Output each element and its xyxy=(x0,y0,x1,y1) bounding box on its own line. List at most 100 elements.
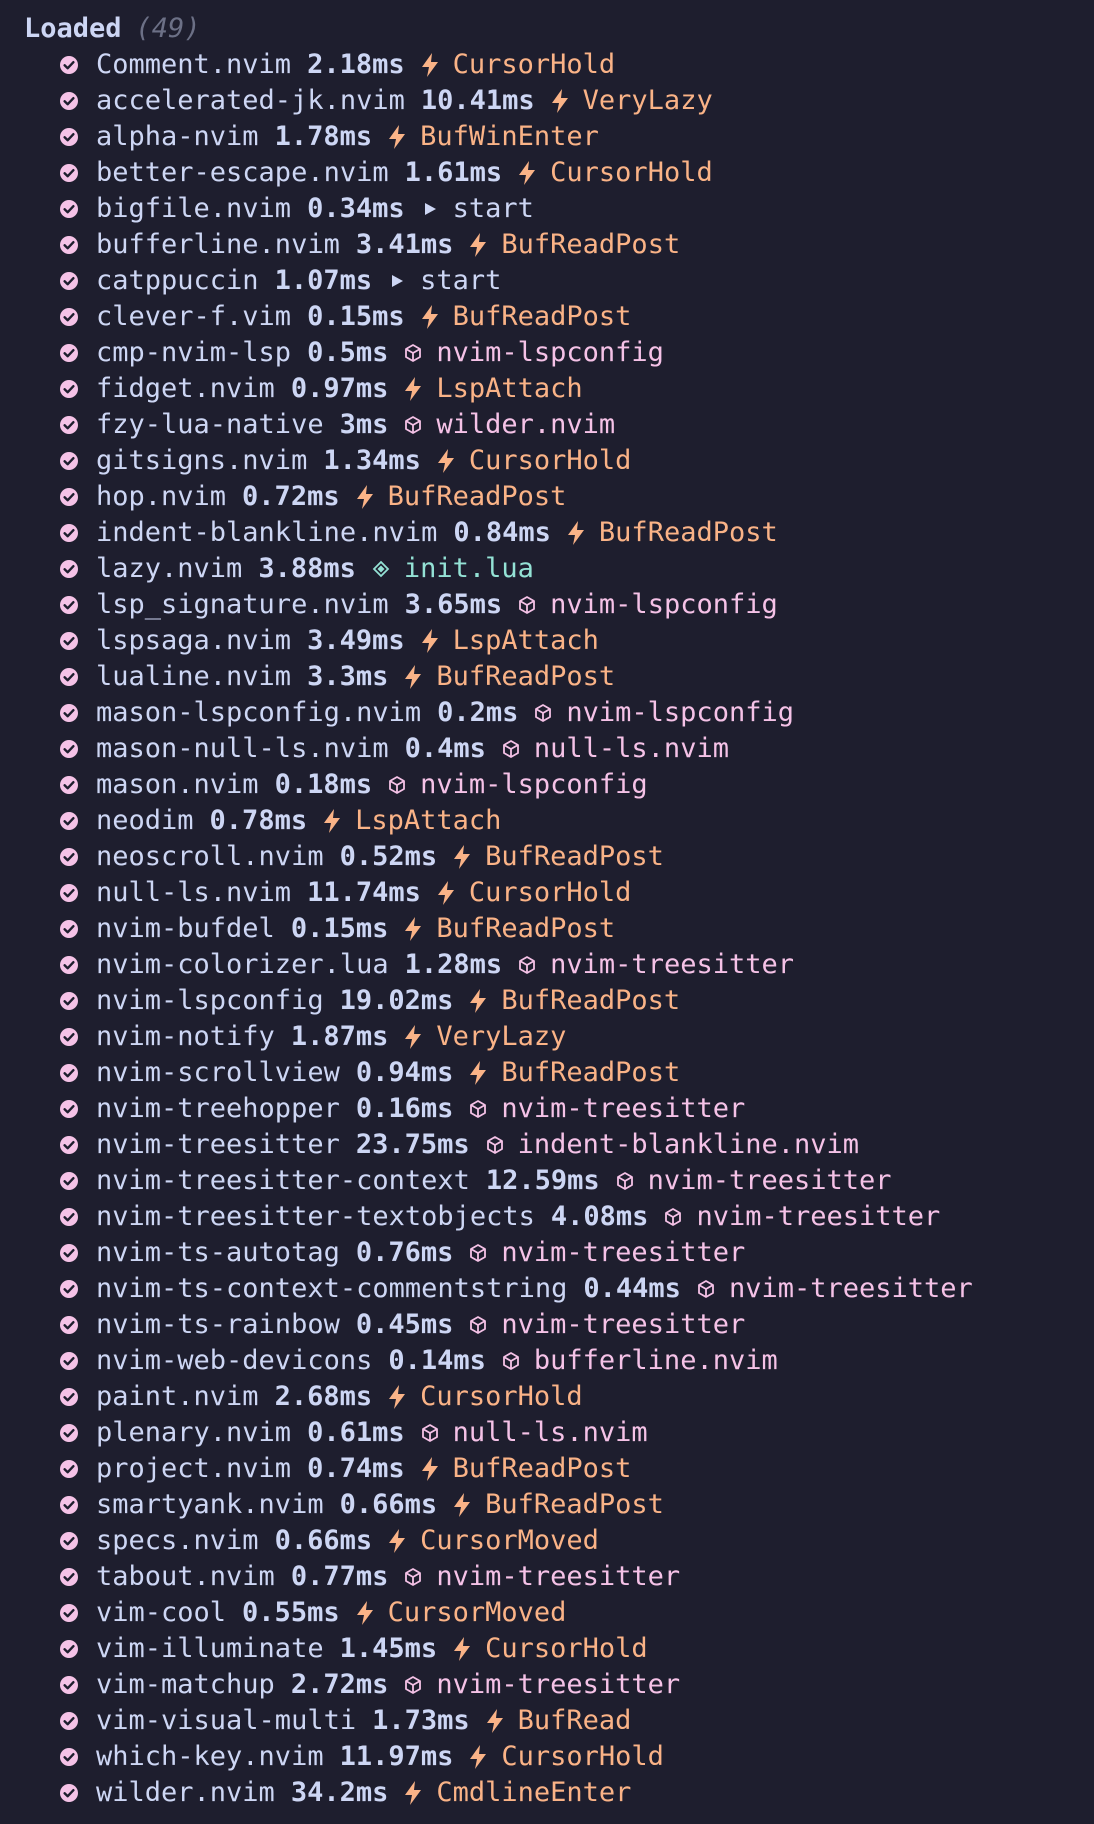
plugin-row[interactable]: cmp-nvim-lsp 0.5ms nvim-lspconfig xyxy=(0,335,1094,371)
check-circle-icon xyxy=(59,1027,79,1047)
plugin-row[interactable]: clever-f.vim 0.15ms BufReadPost xyxy=(0,299,1094,335)
lightning-bolt-icon xyxy=(402,916,424,942)
load-time: 3.3ms xyxy=(307,661,389,692)
plugin-row[interactable]: nvim-ts-autotag 0.76ms nvim-treesitter xyxy=(0,1235,1094,1271)
plugin-row[interactable]: lspsaga.nvim 3.49ms LspAttach xyxy=(0,623,1094,659)
plugin-row[interactable]: nvim-scrollview 0.94ms BufReadPost xyxy=(0,1055,1094,1091)
plugin-row[interactable]: bigfile.nvim 0.34ms start xyxy=(0,191,1094,227)
plugin-row[interactable]: better-escape.nvim 1.61ms CursorHold xyxy=(0,155,1094,191)
plugin-name: mason-null-ls.nvim xyxy=(96,733,389,764)
plugin-row[interactable]: mason.nvim 0.18ms nvim-lspconfig xyxy=(0,767,1094,803)
plugin-name: better-escape.nvim xyxy=(96,157,389,188)
plugin-count: (49) xyxy=(135,13,201,44)
trigger-label: indent-blankline.nvim xyxy=(517,1129,860,1160)
plugin-row[interactable]: nvim-treesitter-textobjects 4.08ms nvim-tr… xyxy=(0,1199,1094,1235)
plugin-name: fzy-lua-native xyxy=(96,409,324,440)
plugin-row[interactable]: indent-blankline.nvim 0.84ms BufReadPost xyxy=(0,515,1094,551)
plugin-name: alpha-nvim xyxy=(96,121,259,152)
plugin-row[interactable]: fidget.nvim 0.97ms LspAttach xyxy=(0,371,1094,407)
plugin-row[interactable]: alpha-nvim 1.78ms BufWinEnter xyxy=(0,119,1094,155)
plugin-row[interactable]: lualine.nvim 3.3ms BufReadPost xyxy=(0,659,1094,695)
check-circle-icon xyxy=(59,703,79,723)
plugin-row[interactable]: nvim-bufdel 0.15ms BufReadPost xyxy=(0,911,1094,947)
lightning-bolt-icon xyxy=(386,1384,408,1410)
plugin-row[interactable]: specs.nvim 0.66ms CursorMoved xyxy=(0,1523,1094,1559)
plugin-row[interactable]: mason-null-ls.nvim 0.4ms null-ls.nvim xyxy=(0,731,1094,767)
plugin-row[interactable]: lsp_signature.nvim 3.65ms nvim-lspconfig xyxy=(0,587,1094,623)
plugin-name: plenary.nvim xyxy=(96,1417,292,1448)
lightning-bolt-icon xyxy=(516,160,538,186)
check-circle-icon xyxy=(59,667,79,687)
plugin-row[interactable]: nvim-notify 1.87ms VeryLazy xyxy=(0,1019,1094,1055)
plugin-name: wilder.nvim xyxy=(96,1777,275,1808)
plugin-name: cmp-nvim-lsp xyxy=(96,337,292,368)
plugin-name: fidget.nvim xyxy=(96,373,275,404)
trigger-label: VeryLazy xyxy=(436,1021,567,1052)
load-time: 19.02ms xyxy=(339,985,454,1016)
plugin-row[interactable]: vim-cool 0.55ms CursorMoved xyxy=(0,1595,1094,1631)
plugin-row[interactable]: nvim-treesitter 23.75ms indent-blankline.n… xyxy=(0,1127,1094,1163)
load-time: 0.78ms xyxy=(209,805,308,836)
trigger-label: CursorHold xyxy=(468,877,632,908)
plugin-row[interactable]: lazy.nvim 3.88ms init.lua xyxy=(0,551,1094,587)
plugin-row[interactable]: Comment.nvim 2.18ms CursorHold xyxy=(0,47,1094,83)
check-circle-icon xyxy=(59,1459,79,1479)
plugin-row[interactable]: nvim-ts-context-commentstring 0.44ms nvim-… xyxy=(0,1271,1094,1307)
plugin-row[interactable]: wilder.nvim 34.2ms CmdlineEnter xyxy=(0,1775,1094,1811)
loaded-section-header[interactable]: Loaded (49) xyxy=(0,11,1094,47)
plugin-row[interactable]: mason-lspconfig.nvim 0.2ms nvim-lspconfig xyxy=(0,695,1094,731)
plugin-row[interactable]: smartyank.nvim 0.66ms BufReadPost xyxy=(0,1487,1094,1523)
check-circle-icon xyxy=(59,811,79,831)
plugin-row[interactable]: paint.nvim 2.68ms CursorHold xyxy=(0,1379,1094,1415)
check-circle-icon xyxy=(59,451,79,471)
trigger-label: CursorHold xyxy=(501,1741,664,1772)
trigger-label: nvim-treesitter xyxy=(501,1093,746,1124)
plugin-row[interactable]: project.nvim 0.74ms BufReadPost xyxy=(0,1451,1094,1487)
plugin-row[interactable]: nvim-ts-rainbow 0.45ms nvim-treesitter xyxy=(0,1307,1094,1343)
plugin-row[interactable]: tabout.nvim 0.77ms nvim-treesitter xyxy=(0,1559,1094,1595)
lightning-bolt-icon xyxy=(467,232,489,258)
plugin-row[interactable]: nvim-lspconfig 19.02ms BufReadPost xyxy=(0,983,1094,1019)
load-time: 0.18ms xyxy=(274,769,373,800)
plugin-name: bufferline.nvim xyxy=(96,229,340,260)
load-time: 0.77ms xyxy=(290,1561,389,1592)
lightning-bolt-icon xyxy=(451,1492,473,1518)
plugin-row[interactable]: vim-visual-multi 1.73ms BufRead xyxy=(0,1703,1094,1739)
plugin-row[interactable]: catppuccin 1.07ms start xyxy=(0,263,1094,299)
plugin-row[interactable]: null-ls.nvim 11.74ms CursorHold xyxy=(0,875,1094,911)
plugin-name: nvim-ts-context-commentstring xyxy=(96,1273,568,1304)
plugin-row[interactable]: accelerated-jk.nvim 10.41ms VeryLazy xyxy=(0,83,1094,119)
load-time: 0.55ms xyxy=(242,1597,340,1628)
lightning-bolt-icon xyxy=(565,520,587,546)
plugin-row[interactable]: nvim-web-devicons 0.14ms bufferline.nvim xyxy=(0,1343,1094,1379)
plugin-row[interactable]: fzy-lua-native 3ms wilder.nvim xyxy=(0,407,1094,443)
section-title: Loaded xyxy=(24,13,122,44)
plugin-row[interactable]: gitsigns.nvim 1.34ms CursorHold xyxy=(0,443,1094,479)
plugin-row[interactable]: nvim-colorizer.lua 1.28ms nvim-treesitter xyxy=(0,947,1094,983)
plugin-row[interactable]: bufferline.nvim 3.41ms BufReadPost xyxy=(0,227,1094,263)
package-cube-icon xyxy=(500,1348,522,1374)
load-time: 0.5ms xyxy=(307,337,389,368)
plugin-name: nvim-web-devicons xyxy=(96,1345,373,1376)
check-circle-icon xyxy=(59,883,79,903)
plugin-row[interactable]: which-key.nvim 11.97ms CursorHold xyxy=(0,1739,1094,1775)
plugin-row[interactable]: neoscroll.nvim 0.52ms BufReadPost xyxy=(0,839,1094,875)
load-time: 10.41ms xyxy=(420,85,535,116)
trigger-label: nvim-treesitter xyxy=(436,1669,681,1700)
plugin-row[interactable]: neodim 0.78ms LspAttach xyxy=(0,803,1094,839)
plugin-name: specs.nvim xyxy=(96,1525,259,1556)
plugin-row[interactable]: vim-matchup 2.72ms nvim-treesitter xyxy=(0,1667,1094,1703)
plugin-row[interactable]: hop.nvim 0.72ms BufReadPost xyxy=(0,479,1094,515)
check-circle-icon xyxy=(59,55,79,75)
plugin-row[interactable]: vim-illuminate 1.45ms CursorHold xyxy=(0,1631,1094,1667)
plugin-name: vim-illuminate xyxy=(96,1633,324,1664)
plugin-row[interactable]: nvim-treesitter-context 12.59ms nvim-trees… xyxy=(0,1163,1094,1199)
plugin-row[interactable]: nvim-treehopper 0.16ms nvim-treesitter xyxy=(0,1091,1094,1127)
package-cube-icon xyxy=(500,736,522,762)
plugin-row[interactable]: plenary.nvim 0.61ms null-ls.nvim xyxy=(0,1415,1094,1451)
check-circle-icon xyxy=(59,955,79,975)
plugin-name: lualine.nvim xyxy=(96,661,292,692)
check-circle-icon xyxy=(59,739,79,759)
package-cube-icon xyxy=(419,1420,441,1446)
lightning-bolt-icon xyxy=(419,304,441,330)
